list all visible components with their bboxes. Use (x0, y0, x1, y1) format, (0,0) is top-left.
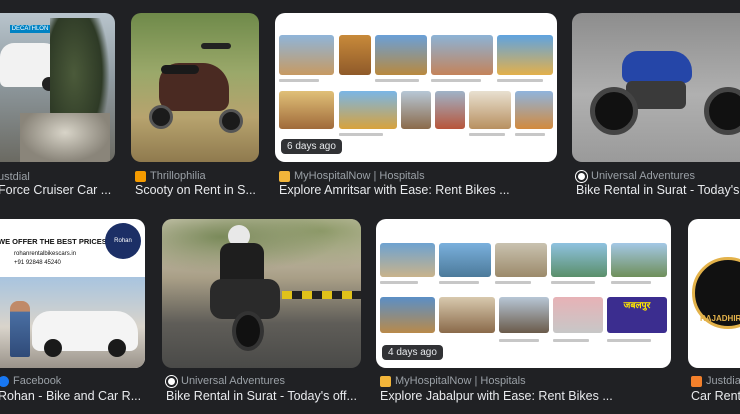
collage-caption (380, 281, 418, 284)
age-badge: 4 days ago (382, 345, 443, 360)
result-title[interactable]: Car Renta (691, 389, 740, 403)
collage-photo (439, 243, 491, 277)
collage-caption (553, 339, 589, 342)
result-source[interactable]: Universal Adventures (576, 170, 695, 182)
phone-text: +91 92848 45240 (14, 260, 61, 266)
collage-caption (439, 281, 479, 284)
collage-photo (339, 35, 371, 75)
rock-image (20, 113, 110, 162)
universal-adventures-icon (576, 170, 587, 182)
myhospitalnow-icon (380, 375, 391, 387)
car-wheel-icon (108, 339, 126, 357)
collage-photo (401, 91, 431, 129)
result-source[interactable]: ustdial (0, 171, 30, 183)
collage-caption (551, 281, 595, 284)
thrillophilia-icon (135, 170, 146, 182)
car-wheel-icon (44, 339, 62, 357)
result-title[interactable]: Explore Jabalpur with Ease: Rent Bikes .… (380, 389, 670, 403)
road-kerb-image (282, 291, 361, 299)
motorcycle-wheel-icon (232, 311, 264, 351)
collage-caption (515, 133, 545, 136)
result-thumbnail[interactable]: RAJADHIR (688, 219, 740, 368)
result-title[interactable]: Scooty on Rent in S... (135, 183, 257, 197)
collage-caption (497, 79, 543, 82)
scooter-seat-image (161, 65, 199, 74)
collage-photo (279, 35, 334, 75)
collage-photo (375, 35, 427, 75)
result-thumbnail[interactable]: 6 days ago (275, 13, 557, 162)
motorcycle-tank-image (622, 51, 692, 83)
result-thumbnail[interactable]: जबलपुर 4 days ago (376, 219, 671, 368)
result-title[interactable]: Bike Rental in Surat - Today's o (576, 183, 740, 197)
collage-photo (431, 35, 493, 75)
collage-photo (279, 91, 334, 129)
collage-caption (469, 133, 505, 136)
result-thumbnail[interactable] (131, 13, 259, 162)
result-title[interactable]: Explore Amritsar with Ease: Rent Bikes .… (279, 183, 539, 197)
scooter-wheel-icon (219, 109, 243, 133)
result-thumbnail[interactable]: DECATHLON (0, 13, 115, 162)
collage-photo (553, 297, 603, 333)
person-image (10, 301, 30, 357)
rajadhiraj-logo-text: RAJADHIR (700, 314, 740, 323)
rohan-logo: Rohan (105, 223, 141, 259)
jabalpur-sign-image: जबलपुर (607, 297, 667, 333)
result-title[interactable]: Rohan - Bike and Car R... (0, 389, 148, 403)
collage-caption (431, 79, 481, 82)
collage-photo (439, 297, 495, 333)
collage-photo (469, 91, 511, 129)
collage-photo (611, 243, 667, 277)
collage-photo (435, 91, 465, 129)
result-source[interactable]: Justdial (691, 375, 740, 387)
scooter-wheel-icon (149, 105, 173, 129)
age-badge: 6 days ago (281, 139, 342, 154)
collage-caption (375, 79, 419, 82)
collage-caption (611, 281, 651, 284)
motorcycle-wheel-icon (704, 87, 740, 135)
collage-caption (339, 133, 383, 136)
website-text: rohanrentalbikescars.in (14, 251, 77, 257)
collage-photo (495, 243, 547, 277)
collage-photo (380, 297, 435, 333)
decathlon-sign: DECATHLON (10, 25, 50, 33)
collage-caption (607, 339, 651, 342)
result-thumbnail[interactable] (572, 13, 740, 162)
collage-photo (339, 91, 397, 129)
result-source[interactable]: MyHospitalNow | Hospitals (279, 170, 425, 182)
result-source[interactable]: MyHospitalNow | Hospitals (380, 375, 526, 387)
scooter-handle-image (201, 43, 231, 49)
justdial-icon (691, 375, 702, 387)
facebook-icon (0, 375, 9, 387)
collage-photo (551, 243, 607, 277)
collage-caption (279, 79, 319, 82)
result-title[interactable]: Force Cruiser Car ... (0, 183, 116, 197)
collage-photo (499, 297, 549, 333)
universal-adventures-icon (166, 375, 177, 387)
result-title[interactable]: Bike Rental in Surat - Today's off... (166, 389, 358, 403)
tagline-text: WE OFFER THE BEST PRICES (0, 237, 107, 246)
collage-photo (497, 35, 553, 75)
result-source[interactable]: Universal Adventures (166, 375, 285, 387)
result-source[interactable]: Facebook (0, 375, 61, 387)
collage-caption (495, 281, 531, 284)
myhospitalnow-icon (279, 170, 290, 182)
collage-photo (515, 91, 553, 129)
collage-caption (499, 339, 539, 342)
result-source[interactable]: Thrillophilia (135, 170, 206, 182)
result-thumbnail[interactable] (162, 219, 361, 368)
collage-photo (380, 243, 435, 277)
result-thumbnail[interactable]: WE OFFER THE BEST PRICES rohanrentalbike… (0, 219, 145, 368)
motorcycle-wheel-icon (590, 87, 638, 135)
